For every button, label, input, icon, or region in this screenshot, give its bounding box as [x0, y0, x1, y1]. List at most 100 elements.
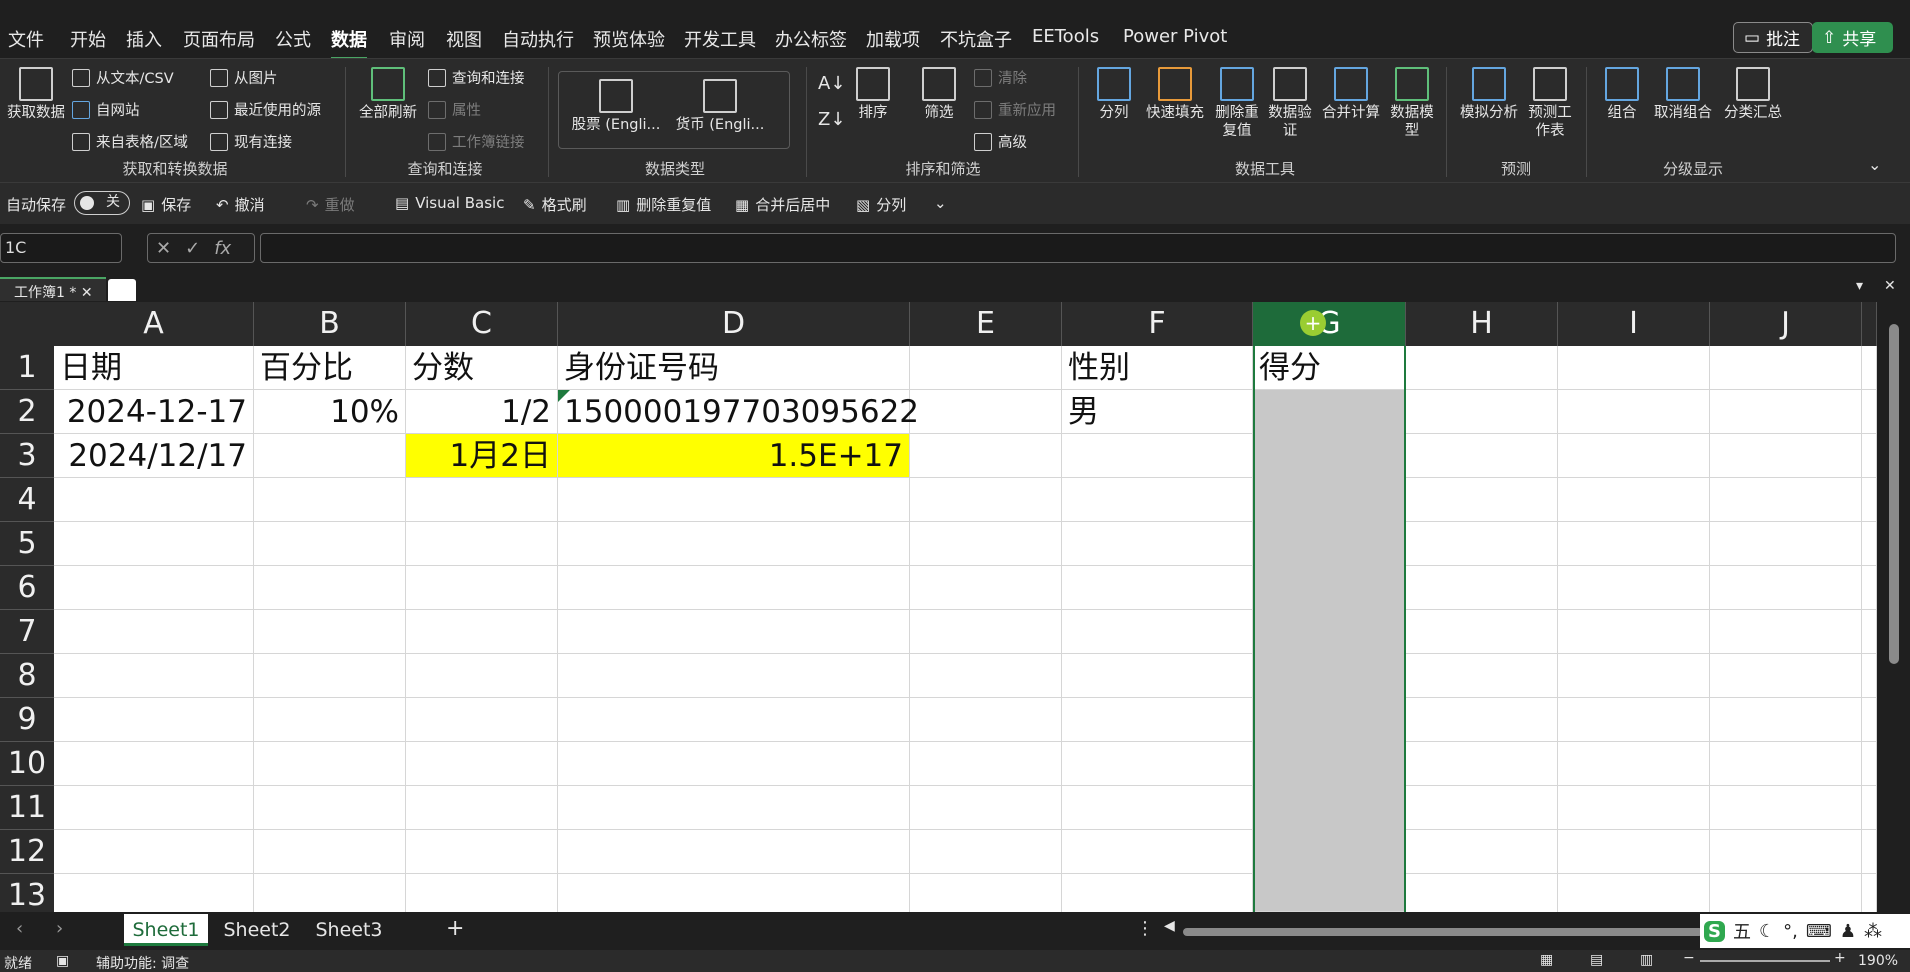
accessibility-status[interactable]: 辅助功能: 调查: [96, 953, 189, 972]
sort-descending-button[interactable]: Z↓: [818, 109, 845, 130]
empty-cell[interactable]: [254, 698, 406, 742]
tab-review[interactable]: 审阅: [389, 26, 425, 52]
empty-cell[interactable]: [558, 522, 910, 566]
row-header[interactable]: 8: [0, 654, 54, 698]
properties-button[interactable]: 属性: [428, 99, 481, 120]
sort-button[interactable]: 排序: [850, 67, 896, 122]
row-header[interactable]: 3: [0, 434, 54, 478]
tab-home[interactable]: 开始: [70, 26, 106, 52]
empty-cell[interactable]: [1062, 478, 1253, 522]
merge-center-button[interactable]: ▦ 合并后居中: [735, 194, 830, 215]
from-picture-button[interactable]: 从图片: [210, 67, 278, 88]
column-header[interactable]: B: [254, 302, 406, 346]
empty-cell[interactable]: [558, 830, 910, 874]
advanced-filter-button[interactable]: 高级: [974, 131, 1027, 152]
zoom-slider[interactable]: [1700, 960, 1830, 962]
tab-addins[interactable]: 加载项: [866, 26, 920, 52]
sheet-tab-sheet2[interactable]: Sheet2: [214, 914, 300, 946]
empty-cell[interactable]: [558, 654, 910, 698]
empty-cell[interactable]: [406, 830, 558, 874]
column-header[interactable]: C: [406, 302, 558, 346]
empty-cell[interactable]: [558, 742, 910, 786]
empty-cell[interactable]: [406, 654, 558, 698]
empty-cell[interactable]: [254, 522, 406, 566]
row-header[interactable]: 1: [0, 346, 54, 390]
empty-cell[interactable]: [1062, 786, 1253, 830]
spreadsheet-grid[interactable]: A B C D E F G H I J 1 2 3 4 5 6 7 8 9 10…: [0, 302, 1910, 912]
format-painter-button[interactable]: ✎ 格式刷: [523, 194, 587, 215]
empty-cell[interactable]: [1710, 830, 1862, 874]
zoom-out-icon[interactable]: −: [1683, 950, 1695, 966]
empty-cell[interactable]: [254, 786, 406, 830]
empty-cell[interactable]: [254, 830, 406, 874]
empty-cell[interactable]: [1062, 522, 1253, 566]
empty-cell[interactable]: [406, 566, 558, 610]
column-header[interactable]: E: [910, 302, 1062, 346]
column-header[interactable]: D: [558, 302, 910, 346]
empty-cell[interactable]: [54, 874, 254, 912]
recent-sources-button[interactable]: 最近使用的源: [210, 99, 321, 120]
empty-cell[interactable]: [1062, 742, 1253, 786]
empty-cell[interactable]: [1406, 874, 1558, 912]
empty-cell[interactable]: [254, 478, 406, 522]
empty-cell[interactable]: [1406, 434, 1558, 478]
row-header[interactable]: 12: [0, 830, 54, 874]
empty-cell[interactable]: [558, 698, 910, 742]
empty-cell[interactable]: [406, 698, 558, 742]
empty-cell[interactable]: [558, 566, 910, 610]
empty-cell[interactable]: [1558, 522, 1710, 566]
cell-c3[interactable]: 1月2日: [406, 434, 558, 478]
tab-developer[interactable]: 开发工具: [684, 26, 756, 52]
empty-cell[interactable]: [1710, 346, 1862, 390]
keyboard-icon[interactable]: ⌨: [1806, 921, 1832, 942]
scroll-left-icon[interactable]: ◀: [1164, 918, 1175, 934]
empty-cell[interactable]: [254, 654, 406, 698]
empty-cell[interactable]: [1062, 830, 1253, 874]
from-web-button[interactable]: 自网站: [72, 99, 140, 120]
empty-cell[interactable]: [54, 654, 254, 698]
empty-cell[interactable]: [1406, 698, 1558, 742]
empty-cell[interactable]: [54, 610, 254, 654]
tab-list-icon[interactable]: ▾: [1856, 278, 1863, 294]
moon-icon[interactable]: ☾: [1759, 921, 1775, 942]
cell-d2[interactable]: 150000197703095622: [558, 390, 919, 434]
empty-cell[interactable]: [1862, 522, 1877, 566]
empty-cell[interactable]: [254, 610, 406, 654]
cell-f1[interactable]: 性别: [1062, 346, 1253, 390]
remove-duplicates-button[interactable]: 删除重复值: [1212, 67, 1262, 140]
cell-f2[interactable]: 男: [1062, 390, 1253, 434]
empty-cell[interactable]: [1062, 874, 1253, 912]
from-text-csv-button[interactable]: 从文本/CSV: [72, 67, 174, 88]
empty-cell[interactable]: [1406, 478, 1558, 522]
share-button[interactable]: ⇧ 共享: [1812, 22, 1893, 53]
empty-cell[interactable]: [1406, 390, 1558, 434]
column-header[interactable]: I: [1558, 302, 1710, 346]
existing-connections-button[interactable]: 现有连接: [210, 131, 292, 152]
empty-cell[interactable]: [1862, 698, 1877, 742]
autosave-toggle[interactable]: 关: [74, 191, 130, 215]
stocks-button[interactable]: 股票 (Engli...: [566, 79, 666, 134]
empty-cell[interactable]: [54, 522, 254, 566]
empty-cell[interactable]: [254, 434, 406, 478]
sort-ascending-button[interactable]: A↓: [818, 73, 845, 94]
add-sheet-icon[interactable]: +: [446, 916, 464, 941]
clear-filter-button[interactable]: 清除: [974, 67, 1027, 88]
forecast-sheet-button[interactable]: 预测工作表: [1526, 67, 1574, 140]
comment-button[interactable]: ▭ 批注: [1733, 22, 1813, 53]
cell-c1[interactable]: 分数: [406, 346, 558, 390]
empty-cell[interactable]: [254, 874, 406, 912]
cell-b2[interactable]: 10%: [254, 390, 406, 434]
empty-cell[interactable]: [1710, 610, 1862, 654]
empty-cell[interactable]: [406, 478, 558, 522]
empty-cell[interactable]: [1862, 478, 1877, 522]
sheet-tab-sheet1[interactable]: Sheet1: [124, 914, 208, 946]
empty-cell[interactable]: [54, 698, 254, 742]
queries-connections-button[interactable]: 查询和连接: [428, 67, 525, 88]
tab-page-layout[interactable]: 页面布局: [183, 26, 255, 52]
empty-cell[interactable]: [406, 786, 558, 830]
tab-office-tab[interactable]: 办公标签: [775, 26, 847, 52]
empty-cell[interactable]: [1406, 610, 1558, 654]
vertical-scrollbar[interactable]: [1877, 302, 1910, 912]
empty-cell[interactable]: [406, 874, 558, 912]
punctuation-icon[interactable]: °,: [1783, 921, 1798, 942]
